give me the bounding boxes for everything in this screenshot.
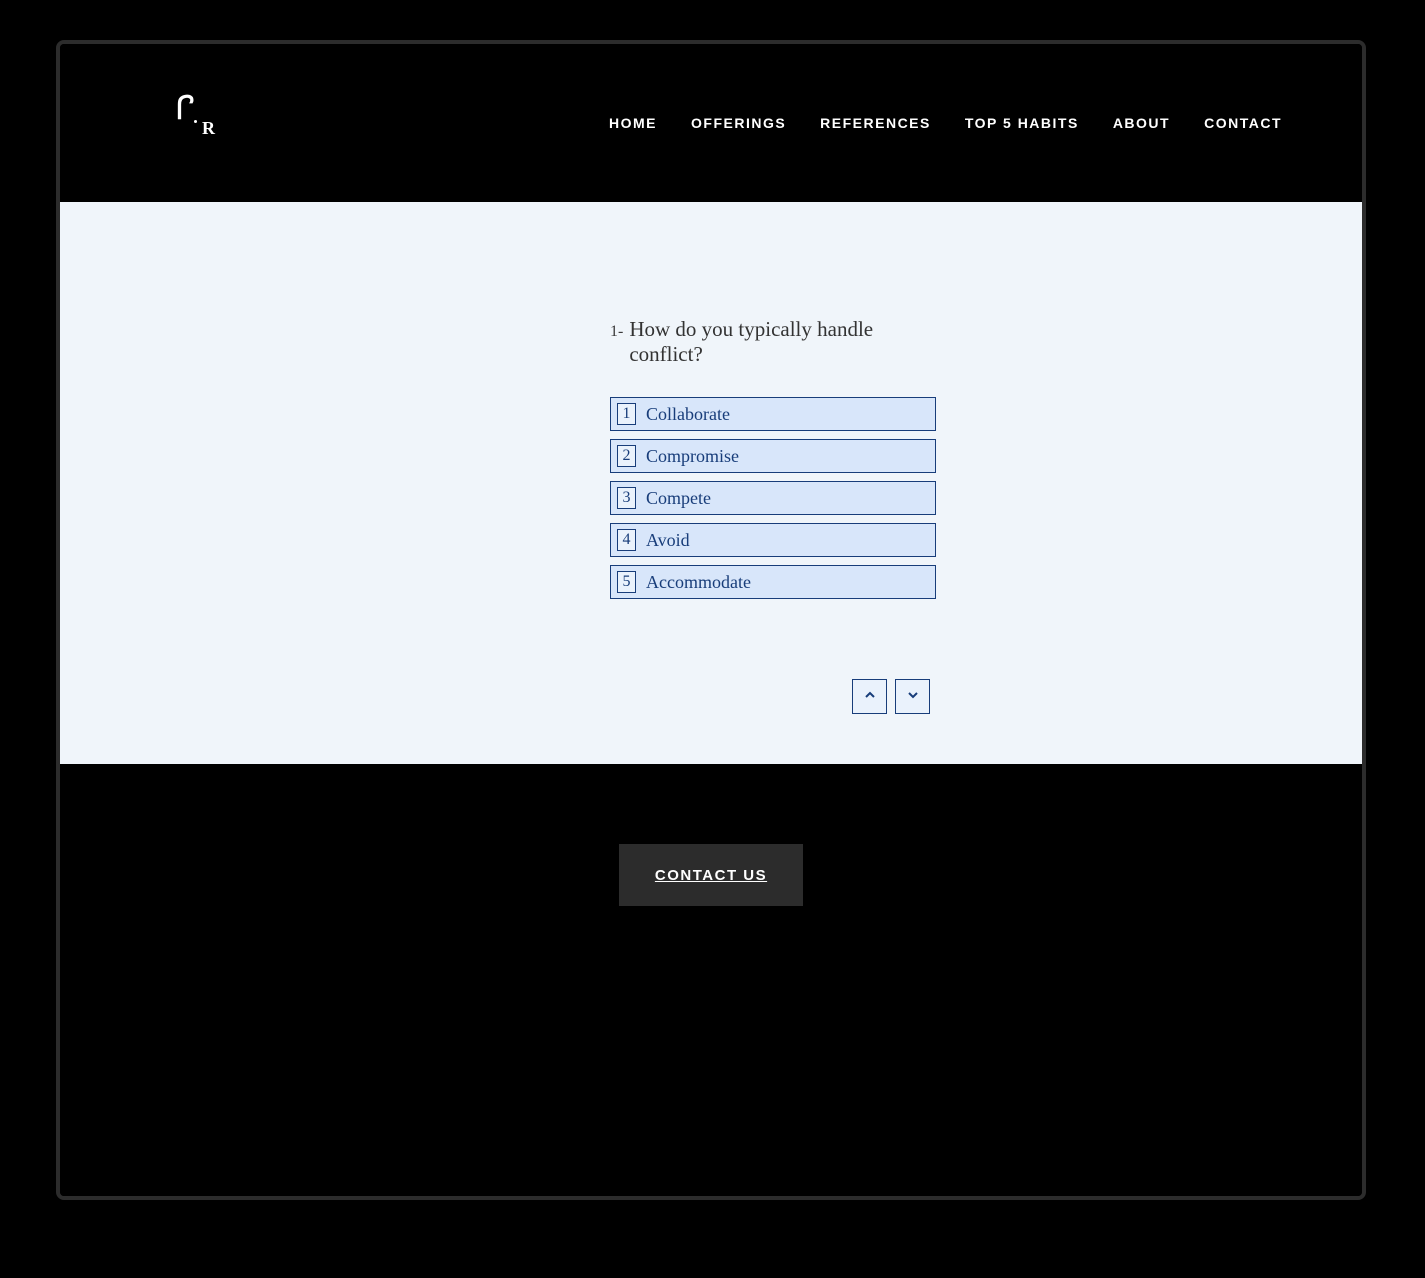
question-number: 1- <box>610 323 623 341</box>
option-label: Avoid <box>646 530 690 551</box>
nav-references[interactable]: REFERENCES <box>820 115 931 131</box>
contact-us-button[interactable]: CONTACT US <box>619 844 803 906</box>
option-collaborate[interactable]: 1 Collaborate <box>610 397 936 431</box>
nav-about[interactable]: ABOUT <box>1113 115 1170 131</box>
nav-contact[interactable]: CONTACT <box>1204 115 1282 131</box>
nav-offerings[interactable]: OFFERINGS <box>691 115 786 131</box>
option-compete[interactable]: 3 Compete <box>610 481 936 515</box>
logo-mark-bottom: R <box>202 118 215 139</box>
option-key: 3 <box>617 487 636 509</box>
nav-top5habits[interactable]: TOP 5 HABITS <box>965 115 1079 131</box>
logo-dot <box>194 120 197 123</box>
next-button[interactable] <box>895 679 930 714</box>
option-avoid[interactable]: 4 Avoid <box>610 523 936 557</box>
chevron-up-icon <box>864 688 876 706</box>
option-label: Collaborate <box>646 404 730 425</box>
option-key: 1 <box>617 403 636 425</box>
question-header: 1- How do you typically handle conflict? <box>610 317 940 367</box>
logo-mark-top: ل <box>176 92 195 122</box>
logo[interactable]: ل R <box>170 98 220 148</box>
header: ل R HOME OFFERINGS REFERENCES TOP 5 HABI… <box>60 44 1362 202</box>
option-label: Compete <box>646 488 711 509</box>
survey-content: 1- How do you typically handle conflict?… <box>60 202 1362 764</box>
option-key: 5 <box>617 571 636 593</box>
option-label: Compromise <box>646 446 739 467</box>
option-accommodate[interactable]: 5 Accommodate <box>610 565 936 599</box>
survey-nav <box>852 679 930 714</box>
app-frame: ل R HOME OFFERINGS REFERENCES TOP 5 HABI… <box>56 40 1366 1200</box>
question-text: How do you typically handle conflict? <box>629 317 940 367</box>
cta-section: CONTACT US <box>60 764 1362 1196</box>
chevron-down-icon <box>907 688 919 706</box>
main-nav: HOME OFFERINGS REFERENCES TOP 5 HABITS A… <box>609 115 1282 131</box>
options-list: 1 Collaborate 2 Compromise 3 Compete 4 A… <box>610 397 940 599</box>
question-block: 1- How do you typically handle conflict?… <box>610 317 940 599</box>
option-compromise[interactable]: 2 Compromise <box>610 439 936 473</box>
option-label: Accommodate <box>646 572 751 593</box>
option-key: 4 <box>617 529 636 551</box>
option-key: 2 <box>617 445 636 467</box>
nav-home[interactable]: HOME <box>609 115 657 131</box>
prev-button[interactable] <box>852 679 887 714</box>
